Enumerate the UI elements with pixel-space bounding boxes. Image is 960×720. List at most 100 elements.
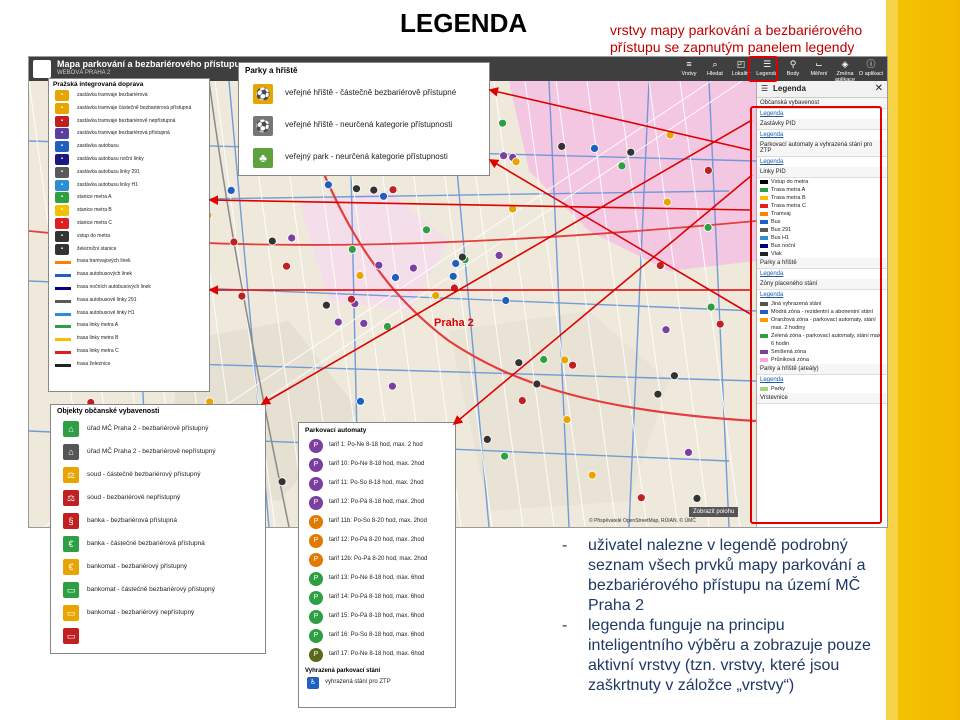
map-poi-marker[interactable] [323, 180, 333, 190]
map-poi-marker[interactable] [511, 157, 521, 167]
parking-tariff-label: tarif 1: Po-Ne 8-18 hod, max. 2 hod [329, 442, 423, 448]
toolbar-button-o-aplikaci[interactable]: ⓘ O aplikaci [856, 59, 886, 77]
map-poi-marker[interactable] [359, 318, 369, 328]
parking-meter-icon: P [309, 629, 323, 643]
map-poi-marker[interactable] [226, 186, 236, 195]
stop-icon: ▪ [55, 166, 69, 178]
map-poi-marker[interactable] [379, 191, 388, 201]
amenity-legend-label: banka - částečně bezbariérová přístupná [87, 540, 205, 547]
map-poi-marker[interactable] [508, 204, 518, 214]
legend-icon: ☰ [761, 84, 769, 93]
parking-meter-icon: P [309, 515, 323, 529]
map-poi-marker[interactable] [287, 233, 297, 243]
map-poi-marker[interactable] [355, 271, 365, 280]
map-poi-marker[interactable] [321, 300, 331, 310]
map-poi-marker[interactable] [517, 396, 527, 406]
map-poi-marker[interactable] [653, 389, 663, 399]
map-poi-marker[interactable] [346, 294, 356, 304]
map-poi-marker[interactable] [356, 396, 365, 406]
map-poi-marker[interactable] [369, 185, 379, 195]
transport-legend-item: ▪ železniční stanice [49, 243, 209, 257]
park-icon: ♣ [253, 148, 273, 168]
map-poi-marker[interactable] [352, 184, 361, 194]
transport-legend-label: vstup do metra [77, 232, 111, 239]
map-poi-marker[interactable] [670, 371, 679, 381]
map-poi-marker[interactable] [387, 381, 397, 391]
map-poi-marker[interactable] [560, 355, 570, 365]
map-poi-marker[interactable] [636, 493, 646, 503]
route-line-icon [55, 286, 71, 290]
wheelchair-icon: ♿ [307, 677, 319, 689]
stop-icon: ▪ [55, 179, 69, 191]
note-1-dash: - [562, 537, 568, 554]
parking-tariff-item: Ptarif 16: Po-So 8-18 hod, max. 6hod [299, 626, 455, 645]
map-poi-marker[interactable] [457, 252, 467, 262]
map-poi-marker[interactable] [267, 236, 277, 246]
map-poi-marker[interactable] [532, 379, 542, 389]
map-poi-marker[interactable] [692, 493, 702, 503]
map-poi-marker[interactable] [684, 447, 693, 457]
parking-tariff-item: Ptarif 14: Po-Pá 8-18 hod, max. 6hod [299, 588, 455, 607]
map-poi-marker[interactable] [655, 261, 665, 271]
close-icon[interactable]: ✕ [875, 81, 883, 97]
map-poi-marker[interactable] [626, 147, 636, 157]
map-poi-marker[interactable] [514, 358, 524, 368]
map-poi-marker[interactable] [449, 283, 459, 293]
toolbar-button-label: Hledat [707, 71, 723, 77]
map-poi-marker[interactable] [539, 355, 549, 364]
parking-legend-inset: Parkovací automaty Ptarif 1: Po-Ne 8-18 … [298, 422, 456, 708]
map-poi-marker[interactable] [431, 291, 441, 301]
map-poi-marker[interactable] [388, 185, 398, 195]
map-poi-marker[interactable] [482, 434, 492, 444]
map-poi-marker[interactable] [408, 263, 418, 273]
map-poi-marker[interactable] [422, 225, 431, 235]
map-poi-marker[interactable] [347, 244, 357, 254]
map-poi-marker[interactable] [494, 250, 504, 260]
stop-icon: ▪ [55, 115, 69, 127]
map-poi-marker[interactable] [663, 197, 672, 207]
map-poi-marker[interactable] [448, 271, 458, 281]
parking-legend-title: Parkovací automaty [305, 427, 367, 434]
map-poi-marker[interactable] [229, 237, 239, 247]
map-poi-marker[interactable] [237, 291, 247, 301]
parking-tariff-label: tarif 10: Po-Ne 8-18 hod, max. 2hod [329, 461, 425, 467]
map-poi-marker[interactable] [382, 322, 392, 331]
stop-icon: ▪ [55, 205, 69, 217]
amenity-legend-item: ⌂ úřad MČ Praha 2 - bezbariérově nepřístu… [51, 441, 265, 464]
map-attribution: © Přispěvatelé OpenStreetMap, RÚIAN, © Ú… [589, 518, 696, 524]
app-logo [33, 60, 51, 78]
map-poi-marker[interactable] [703, 223, 713, 232]
map-poi-marker[interactable] [451, 259, 461, 268]
map-poi-marker[interactable] [333, 317, 343, 327]
map-poi-marker[interactable] [590, 144, 599, 153]
map-poi-marker[interactable] [562, 415, 572, 425]
map-poi-marker[interactable] [557, 142, 567, 151]
transport-legend-label: trasa železnice [77, 360, 111, 367]
parking-tariff-label: tarif 12: Po-Pá 8-18 hod, max. 2hod [329, 499, 425, 505]
toolbar-button-label: Vrstvy [681, 71, 697, 77]
map-poi-marker[interactable] [391, 273, 400, 282]
map-poi-marker[interactable] [706, 302, 716, 312]
map-poi-marker[interactable] [501, 296, 511, 305]
amenity-legend-item: ▭ bankomat - částečně bezbariérový přístu… [51, 579, 265, 602]
map-poi-marker[interactable] [665, 130, 675, 140]
map-poi-marker[interactable] [661, 325, 671, 335]
map-poi-marker[interactable] [282, 261, 291, 271]
map-poi-marker[interactable] [374, 260, 384, 270]
show-position-button[interactable]: Zobrazit polohu [689, 507, 739, 517]
map-poi-marker[interactable] [277, 477, 287, 487]
map-poi-marker[interactable] [568, 360, 577, 370]
toolbar-button-label: Body [786, 71, 800, 77]
map-poi-marker[interactable] [715, 319, 725, 329]
map-poi-marker[interactable] [500, 451, 510, 461]
map-poi-marker[interactable] [587, 470, 597, 480]
route-line-icon [55, 325, 71, 329]
amenity-icon: € [63, 536, 79, 552]
transport-legend-label: zastávka autobusu linky H1 [77, 181, 138, 188]
map-poi-marker[interactable] [498, 118, 508, 128]
map-poi-marker[interactable] [499, 151, 509, 161]
map-poi-marker[interactable] [704, 166, 713, 175]
amenity-legend-label: úřad MČ Praha 2 - bezbariérově nepřístup… [87, 448, 216, 455]
map-poi-marker[interactable] [617, 161, 627, 171]
transport-legend-inset: Pražská integrovaná doprava ▪ zastávka tr… [48, 78, 210, 392]
